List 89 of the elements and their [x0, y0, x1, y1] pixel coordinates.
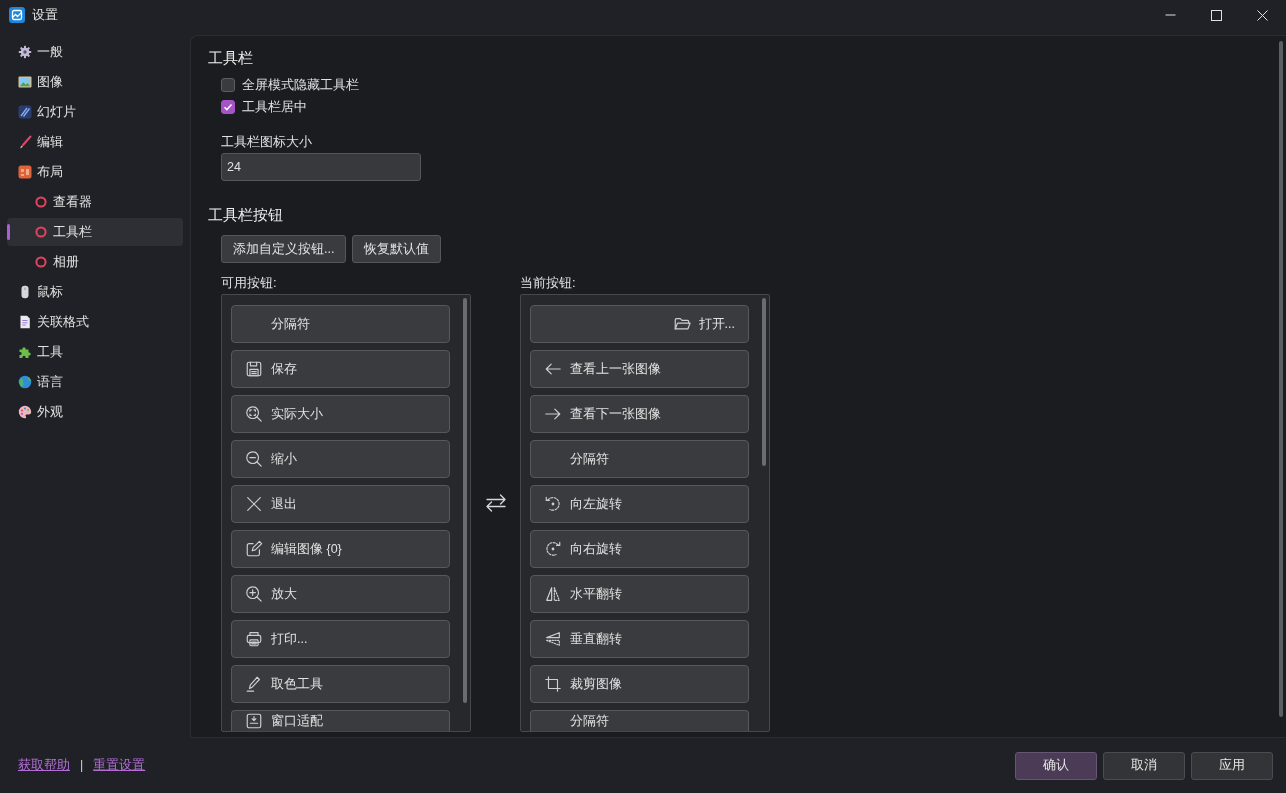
sidebar-item[interactable]: 工具栏	[7, 218, 183, 246]
close-icon	[1256, 9, 1268, 21]
list-label: 可用按钮:	[221, 274, 278, 292]
button-list-item[interactable]: 分隔符	[231, 305, 450, 343]
swap-arrows-icon[interactable]	[483, 493, 508, 513]
button-list-item[interactable]: 裁剪图像	[530, 665, 749, 703]
crop-icon	[544, 675, 562, 693]
flip-vertical-icon	[544, 630, 562, 648]
button-list-item[interactable]: 查看上一张图像	[530, 350, 749, 388]
rotate-left-icon	[544, 495, 562, 513]
button-list-item[interactable]: 打印...	[231, 620, 450, 658]
dialog-button[interactable]: 应用	[1191, 751, 1273, 780]
action-button[interactable]: 添加自定义按钮...	[221, 235, 347, 263]
button-list-item[interactable]: 保存	[231, 350, 450, 388]
sidebar-item[interactable]: 语言	[7, 368, 183, 396]
section-heading: 工具栏按钮	[208, 205, 284, 225]
button-list-item[interactable]: 缩小	[231, 440, 450, 478]
folder-icon	[672, 315, 691, 333]
palette-icon	[18, 405, 32, 419]
button-list-item[interactable]: 放大	[231, 575, 450, 613]
app-logo-icon	[9, 7, 25, 23]
button-list-item[interactable]: 分隔符	[530, 440, 749, 478]
list-label: 当前按钮:	[520, 274, 576, 292]
button-list-item[interactable]: 窗口适配	[231, 710, 450, 731]
field-label: 工具栏图标大小	[221, 133, 313, 151]
rotate-right-icon	[544, 540, 562, 558]
checkbox[interactable]	[221, 100, 235, 114]
printer-icon	[245, 630, 263, 648]
scrollbar-thumb[interactable]	[1279, 41, 1283, 717]
selection-bar-icon	[7, 224, 10, 240]
document-icon	[18, 315, 32, 329]
button-list-item[interactable]: 垂直翻转	[530, 620, 749, 658]
button-list-item[interactable]: 实际大小	[231, 395, 450, 433]
sidebar-item[interactable]: 幻灯片	[7, 98, 183, 126]
sidebar-item[interactable]: 工具	[7, 338, 183, 366]
scrollbar-thumb[interactable]	[762, 298, 766, 466]
link-separator: |	[80, 757, 84, 775]
sidebar-item[interactable]: 布局	[7, 158, 183, 186]
button-list-item[interactable]: 查看下一张图像	[530, 395, 749, 433]
number-field[interactable]: 24	[221, 153, 421, 181]
button-list-item[interactable]: 水平翻转	[530, 575, 749, 613]
flip-horizontal-icon	[544, 585, 562, 603]
button-list-item[interactable]: 编辑图像 {0}	[231, 530, 450, 568]
section-heading: 工具栏	[208, 48, 254, 68]
checkbox-label[interactable]: 工具栏居中	[242, 97, 307, 117]
help-link[interactable]: 重置设置	[93, 756, 146, 775]
globe-icon	[18, 375, 32, 389]
pen-icon	[245, 675, 263, 693]
cross-icon	[245, 495, 263, 513]
sidebar-item[interactable]: 一般	[7, 38, 183, 66]
zoom-in-icon	[245, 585, 263, 603]
checkbox[interactable]	[221, 78, 235, 92]
ring-icon	[35, 196, 47, 208]
sidebar-item[interactable]: 编辑	[7, 128, 183, 156]
button-list-item[interactable]: 向左旋转	[530, 485, 749, 523]
checkmark-icon	[223, 102, 233, 112]
sidebar-item[interactable]: 图像	[7, 68, 183, 96]
scrollbar-thumb[interactable]	[463, 298, 467, 703]
gear-icon	[18, 45, 32, 59]
pencil-square-icon	[245, 540, 263, 558]
button-list-item[interactable]: 向右旋转	[530, 530, 749, 568]
button-list-item[interactable]: 分隔符	[530, 710, 749, 731]
window-title: 设置	[32, 6, 58, 24]
zoom-out-icon	[245, 450, 263, 468]
button-list-item[interactable]: 取色工具	[231, 665, 450, 703]
checkbox-label[interactable]: 全屏模式隐藏工具栏	[242, 75, 359, 95]
button-list-item[interactable]: 打开...	[530, 305, 749, 343]
layout-tile-icon	[18, 165, 32, 179]
maximize-icon	[1210, 9, 1222, 21]
dialog-button[interactable]: 取消	[1103, 751, 1185, 780]
action-button[interactable]: 恢复默认值	[352, 235, 442, 263]
slanted-lines-tile-icon	[18, 105, 32, 119]
puzzle-icon	[18, 345, 32, 359]
button-list-item[interactable]: 退出	[231, 485, 450, 523]
sidebar-item[interactable]: 相册	[7, 248, 183, 276]
arrow-left-icon	[544, 360, 562, 378]
brush-icon	[18, 135, 32, 149]
ring-icon	[35, 226, 47, 238]
sidebar-item[interactable]: 关联格式	[7, 308, 183, 336]
help-link[interactable]: 获取帮助	[18, 756, 70, 775]
arrow-right-icon	[544, 405, 562, 423]
picture-icon	[18, 75, 32, 89]
dialog-button[interactable]: 确认	[1015, 751, 1097, 780]
sidebar-item[interactable]: 鼠标	[7, 278, 183, 306]
frame-icon	[245, 712, 263, 730]
zoom-fit-icon	[245, 405, 263, 423]
ring-icon	[35, 256, 47, 268]
sidebar-item[interactable]: 查看器	[7, 188, 183, 216]
sidebar-item[interactable]: 外观	[7, 398, 183, 426]
